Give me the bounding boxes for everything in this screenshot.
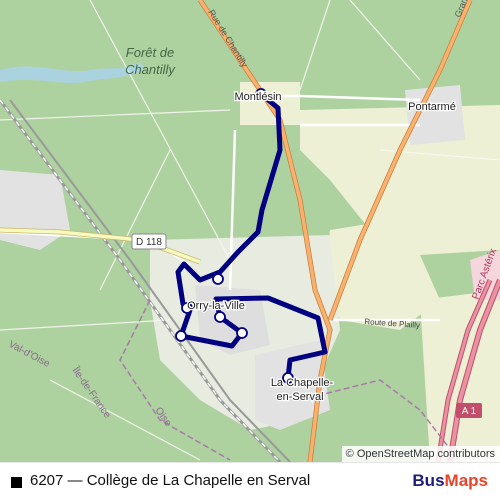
place-label-montlesin: Montlésin bbox=[234, 91, 281, 103]
place-label-la-chapelle-line1: La Chapelle- bbox=[271, 377, 334, 389]
place-label-orry-la-ville: Orry-la-Ville bbox=[187, 300, 245, 312]
map-attribution: © OpenStreetMap contributors bbox=[341, 446, 500, 462]
bus-stop[interactable] bbox=[236, 327, 248, 339]
footer-bar: 6207 — Collège de La Chapelle en Serval … bbox=[0, 462, 500, 500]
town-pontarme bbox=[405, 85, 465, 145]
attribution-link[interactable]: OpenStreetMap contributors bbox=[357, 448, 495, 460]
route-title: 6207 — Collège de La Chapelle en Serval bbox=[30, 472, 311, 489]
map-view[interactable]: D 118 A 1 Forêt de Chantilly Rue de Chan… bbox=[0, 0, 500, 462]
place-label-pontarme: Pontarmé bbox=[408, 101, 456, 113]
logo-text-bus: Bus bbox=[412, 471, 445, 490]
forest-label-line2: Chantilly bbox=[125, 62, 176, 77]
road-shield-a1: A 1 bbox=[456, 403, 482, 418]
map-canvas: D 118 A 1 Forêt de Chantilly Rue de Chan… bbox=[0, 0, 500, 462]
busmaps-logo[interactable]: BusMaps bbox=[412, 471, 488, 491]
a1-label: A 1 bbox=[462, 406, 477, 417]
bus-stop[interactable] bbox=[214, 311, 226, 323]
bus-stop[interactable] bbox=[212, 273, 224, 285]
bus-stop[interactable] bbox=[175, 330, 187, 342]
place-label-la-chapelle-line2: en-Serval bbox=[276, 391, 323, 403]
forest-label-line1: Forêt de bbox=[126, 45, 174, 60]
logo-text-maps: Maps bbox=[444, 471, 488, 490]
copyright-symbol: © bbox=[345, 448, 354, 460]
road-shield-d118: D 118 bbox=[131, 233, 167, 250]
d118-label: D 118 bbox=[136, 237, 162, 248]
route-color-square-icon bbox=[11, 477, 22, 488]
